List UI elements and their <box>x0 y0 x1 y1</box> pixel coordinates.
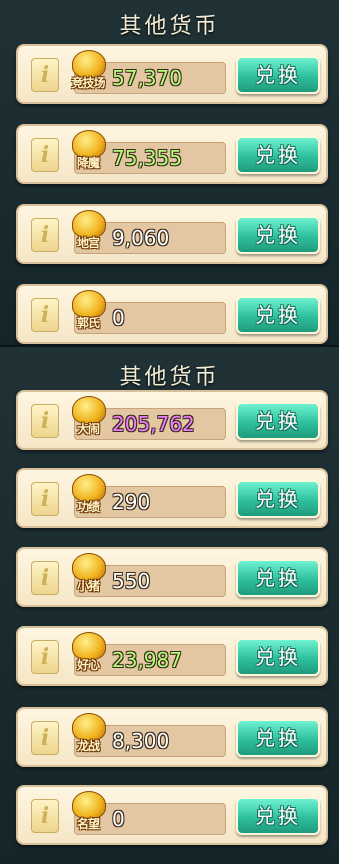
gold-ingot-icon: 降魔 <box>68 130 108 176</box>
currency-amount: 0 <box>112 306 125 330</box>
currency-label: 好心 <box>76 658 100 672</box>
currency-amount: 75,355 <box>112 146 182 170</box>
currency-amount: 57,370 <box>112 66 182 90</box>
currency-label: 竞技场 <box>71 76 105 90</box>
currency-amount: 205,762 <box>112 412 195 436</box>
currency-amount: 23,987 <box>112 648 182 672</box>
currency-row-demon: i 降魔 75,355 兑换 <box>16 124 328 184</box>
exchange-button[interactable]: 兑换 <box>236 638 320 676</box>
gold-flag-icon: 功绩 <box>68 474 108 520</box>
currency-panel-bottom: 其他货币 i 大闹 205,762 兑换 i 功绩 290 兑换 i 小猪 55… <box>0 345 339 864</box>
gold-scroll-icon: 郭氏 <box>68 290 108 336</box>
info-button[interactable]: i <box>31 218 59 252</box>
info-button[interactable]: i <box>31 298 59 332</box>
currency-panel-top: 其他货币 i 竞技场 57,370 兑换 i 降魔 75,355 兑换 i 地宫… <box>0 0 339 345</box>
currency-label: 小猪 <box>76 579 100 593</box>
exchange-button[interactable]: 兑换 <box>236 216 320 254</box>
currency-row-arena: i 竞技场 57,370 兑换 <box>16 44 328 104</box>
currency-amount: 550 <box>112 569 151 593</box>
currency-label: 地宫 <box>76 236 100 250</box>
trophy-crossed-swords-icon: 竞技场 <box>68 50 108 96</box>
currency-label: 郭氏 <box>76 316 100 330</box>
gold-dragon-icon: 龙战 <box>68 713 108 759</box>
info-button[interactable]: i <box>31 138 59 172</box>
panel-title: 其他货币 <box>119 365 220 390</box>
currency-row-kindness: i 好心 23,987 兑换 <box>16 626 328 686</box>
gold-badge-icon: 名望 <box>68 791 108 837</box>
currency-row-guo: i 郭氏 0 兑换 <box>16 284 328 344</box>
exchange-button[interactable]: 兑换 <box>236 402 320 440</box>
exchange-button[interactable]: 兑换 <box>236 136 320 174</box>
currency-amount: 9,060 <box>112 226 170 250</box>
gold-heart-icon: 好心 <box>68 632 108 678</box>
exchange-button[interactable]: 兑换 <box>236 480 320 518</box>
exchange-button[interactable]: 兑换 <box>236 56 320 94</box>
currency-row-merit: i 功绩 290 兑换 <box>16 468 328 528</box>
currency-amount: 0 <box>112 807 125 831</box>
info-button[interactable]: i <box>31 721 59 755</box>
gold-cloud-icon: 大闹 <box>68 396 108 442</box>
exchange-button[interactable]: 兑换 <box>236 296 320 334</box>
info-button[interactable]: i <box>31 561 59 595</box>
exchange-button[interactable]: 兑换 <box>236 797 320 835</box>
currency-label: 功绩 <box>76 500 100 514</box>
currency-amount: 8,300 <box>112 729 170 753</box>
currency-label: 大闹 <box>76 422 100 436</box>
info-button[interactable]: i <box>31 482 59 516</box>
gold-spiral-icon: 地宫 <box>68 210 108 256</box>
currency-label: 名望 <box>76 817 100 831</box>
currency-row-piggy: i 小猪 550 兑换 <box>16 547 328 607</box>
info-button[interactable]: i <box>31 58 59 92</box>
currency-row-palace: i 地宫 9,060 兑换 <box>16 204 328 264</box>
currency-row-danao: i 大闹 205,762 兑换 <box>16 390 328 450</box>
exchange-button[interactable]: 兑换 <box>236 719 320 757</box>
panel-title: 其他货币 <box>119 14 220 39</box>
info-button[interactable]: i <box>31 799 59 833</box>
info-button[interactable]: i <box>31 640 59 674</box>
currency-row-prestige: i 名望 0 兑换 <box>16 785 328 845</box>
info-button[interactable]: i <box>31 404 59 438</box>
currency-amount: 290 <box>112 490 151 514</box>
currency-row-dragon-war: i 龙战 8,300 兑换 <box>16 707 328 767</box>
exchange-button[interactable]: 兑换 <box>236 559 320 597</box>
gold-pig-icon: 小猪 <box>68 553 108 599</box>
currency-label: 降魔 <box>76 156 100 170</box>
currency-label: 龙战 <box>76 739 100 753</box>
